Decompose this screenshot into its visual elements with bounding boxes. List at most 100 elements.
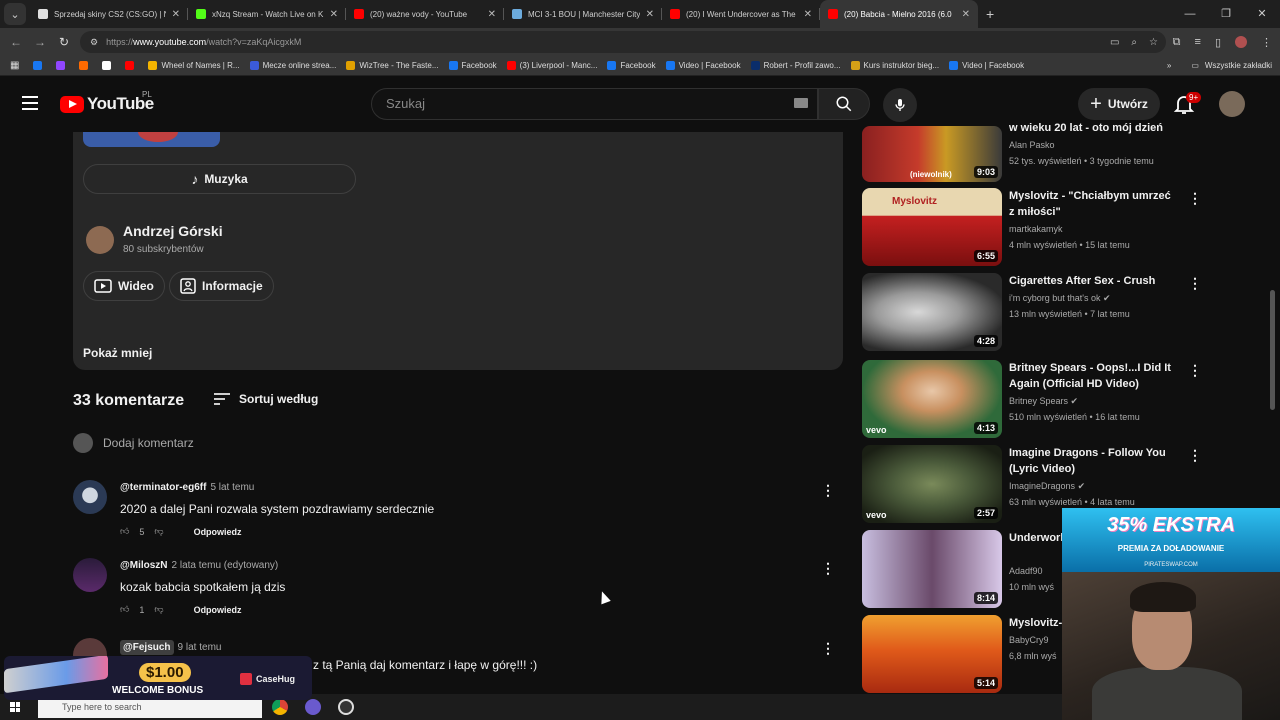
- more-vert-icon[interactable]: ⋮: [821, 640, 835, 657]
- search-input[interactable]: Szukaj: [371, 88, 818, 120]
- bookmark-item[interactable]: Wheel of Names | R...: [148, 61, 240, 70]
- video-thumbnail[interactable]: 8:14: [862, 530, 1002, 608]
- comment-author[interactable]: @MiloszN: [120, 560, 168, 571]
- video-thumbnail[interactable]: vevo 2:57: [862, 445, 1002, 523]
- bookmark-item[interactable]: Video | Facebook: [665, 61, 741, 70]
- add-comment-placeholder: Dodaj komentarz: [103, 436, 194, 450]
- bookmark-item[interactable]: [102, 61, 115, 70]
- browser-tab[interactable]: xNzq Stream - Watch Live on K ✕: [188, 0, 346, 28]
- comment-author[interactable]: @Fejsuch: [120, 640, 174, 655]
- music-button[interactable]: ♪ Muzyka: [83, 164, 356, 194]
- related-video[interactable]: vevo 4:13 Britney Spears - Oops!...I Did…: [862, 360, 1202, 438]
- youtube-logo[interactable]: YouTube PL: [60, 90, 154, 114]
- zoom-icon[interactable]: ⌕: [1131, 37, 1137, 48]
- new-tab-button[interactable]: +: [986, 6, 994, 22]
- video-thumbnail[interactable]: vevo 4:13: [862, 360, 1002, 438]
- related-video[interactable]: (niewolnik) 9:03 w wieku 20 lat - oto mó…: [862, 104, 1192, 182]
- bookmark-item[interactable]: Mecze online strea...: [249, 61, 336, 70]
- more-vert-icon[interactable]: ⋮: [821, 482, 835, 499]
- bookmark-item[interactable]: Facebook: [448, 61, 497, 70]
- obs-icon[interactable]: [338, 699, 354, 715]
- minimize-button[interactable]: —: [1172, 0, 1208, 28]
- like-icon[interactable]: 👍︎: [120, 604, 129, 615]
- more-bookmarks-icon[interactable]: »: [1167, 61, 1171, 70]
- site-info-icon[interactable]: ⚙: [90, 37, 98, 48]
- keyboard-icon[interactable]: [794, 98, 808, 108]
- video-thumbnail[interactable]: Myslovitz 6:55: [862, 188, 1002, 266]
- bookmark-item[interactable]: Video | Facebook: [949, 61, 1024, 70]
- video-thumbnail[interactable]: 4:28: [862, 273, 1002, 351]
- comment-time[interactable]: 2 lata temu (edytowany): [172, 560, 279, 571]
- close-icon[interactable]: ✕: [172, 9, 180, 20]
- add-comment[interactable]: Dodaj komentarz: [73, 433, 194, 453]
- url-bar[interactable]: ⚙ https://www.youtube.com/watch?v=zaKqAi…: [80, 31, 1166, 53]
- commenter-avatar[interactable]: [73, 480, 107, 514]
- windows-start-icon[interactable]: [10, 702, 20, 712]
- restore-button[interactable]: ❐: [1208, 0, 1244, 28]
- account-avatar[interactable]: [1219, 91, 1245, 117]
- reply-button[interactable]: Odpowiedz: [194, 605, 242, 615]
- bookmark-item[interactable]: [79, 61, 92, 70]
- back-button[interactable]: ←: [4, 35, 28, 49]
- related-video[interactable]: 4:28 Cigarettes After Sex - Crush i'm cy…: [862, 273, 1202, 351]
- channel-avatar[interactable]: [86, 226, 114, 254]
- channel-name[interactable]: Andrzej Górski: [123, 223, 223, 239]
- sort-button[interactable]: Sortuj według: [213, 392, 318, 406]
- videos-button[interactable]: Wideo: [83, 271, 165, 301]
- comment-author[interactable]: @terminator-eg6ff: [120, 482, 206, 493]
- video-thumbnail[interactable]: (niewolnik) 9:03: [862, 126, 1002, 182]
- close-icon[interactable]: ✕: [488, 9, 496, 20]
- bookmark-item[interactable]: Robert - Profil zawo...: [750, 61, 841, 70]
- app-icon[interactable]: [305, 699, 321, 715]
- menu-icon[interactable]: [22, 96, 38, 110]
- like-icon[interactable]: 👍︎: [120, 526, 129, 537]
- media-icon[interactable]: ≡: [1195, 36, 1201, 48]
- bookmark-item[interactable]: WizTree - The Faste...: [346, 61, 439, 70]
- close-icon[interactable]: ✕: [646, 9, 654, 20]
- extensions-icon[interactable]: ⧉: [1173, 36, 1181, 49]
- close-icon[interactable]: ✕: [330, 9, 338, 20]
- tab-search-button[interactable]: ⌄: [4, 3, 26, 25]
- browser-menu-icon[interactable]: ⋮: [1261, 36, 1272, 49]
- comment-time[interactable]: 9 lat temu: [178, 642, 222, 653]
- reply-button[interactable]: Odpowiedz: [194, 527, 242, 537]
- dislike-icon[interactable]: 👎︎: [154, 526, 163, 537]
- more-vert-icon[interactable]: ⋮: [1188, 190, 1202, 207]
- browser-tab[interactable]: Sprzedaj skiny CS2 (CS:GO) | N ✕: [30, 0, 188, 28]
- close-icon[interactable]: ✕: [804, 9, 812, 20]
- comment-time[interactable]: 5 lat temu: [210, 482, 254, 493]
- forward-button[interactable]: →: [28, 35, 52, 49]
- about-button[interactable]: Informacje: [169, 271, 274, 301]
- browser-tab[interactable]: MCI 3-1 BOU | Manchester City ✕: [504, 0, 662, 28]
- all-bookmarks-link[interactable]: Wszystkie zakładki: [1205, 61, 1272, 70]
- bookmark-item[interactable]: [56, 61, 69, 70]
- video-thumbnail[interactable]: 5:14: [862, 615, 1002, 693]
- apps-grid-icon[interactable]: ▦: [10, 60, 19, 71]
- more-vert-icon[interactable]: ⋮: [1188, 362, 1202, 379]
- chrome-icon[interactable]: [272, 699, 288, 715]
- browser-tab[interactable]: (20) I Went Undercover as The ✕: [662, 0, 820, 28]
- profile-avatar[interactable]: [1235, 36, 1247, 48]
- bookmark-item[interactable]: Kurs instruktor bieg...: [850, 61, 939, 70]
- bookmark-item[interactable]: (3) Liverpool - Manc...: [506, 61, 597, 70]
- bookmark-star-icon[interactable]: ☆: [1149, 37, 1158, 48]
- close-icon[interactable]: ✕: [962, 9, 970, 20]
- reload-button[interactable]: ↻: [52, 35, 76, 49]
- bookmark-item[interactable]: [33, 61, 46, 70]
- more-vert-icon[interactable]: ⋮: [1188, 447, 1202, 464]
- browser-tab-active[interactable]: (20) Babcia - Mielno 2016 (6.0 ✕: [820, 0, 978, 28]
- sidepanel-icon[interactable]: ▯: [1215, 36, 1221, 49]
- bookmark-item[interactable]: [125, 61, 138, 70]
- commenter-avatar[interactable]: [73, 558, 107, 592]
- more-vert-icon[interactable]: ⋮: [1188, 275, 1202, 292]
- bookmark-item[interactable]: Facebook: [607, 61, 656, 70]
- music-thumbnail[interactable]: [83, 132, 220, 147]
- scrollbar-thumb[interactable]: [1270, 290, 1275, 410]
- browser-tab[interactable]: (20) ważne vody - YouTube ✕: [346, 0, 504, 28]
- related-video[interactable]: Myslovitz 6:55 Myslovitz - "Chciałbym um…: [862, 188, 1202, 266]
- dislike-icon[interactable]: 👎︎: [154, 604, 163, 615]
- more-vert-icon[interactable]: ⋮: [821, 560, 835, 577]
- close-window-button[interactable]: ✕: [1244, 0, 1280, 28]
- show-less-button[interactable]: Pokaż mniej: [83, 346, 152, 360]
- cast-icon[interactable]: ▭: [1110, 37, 1119, 48]
